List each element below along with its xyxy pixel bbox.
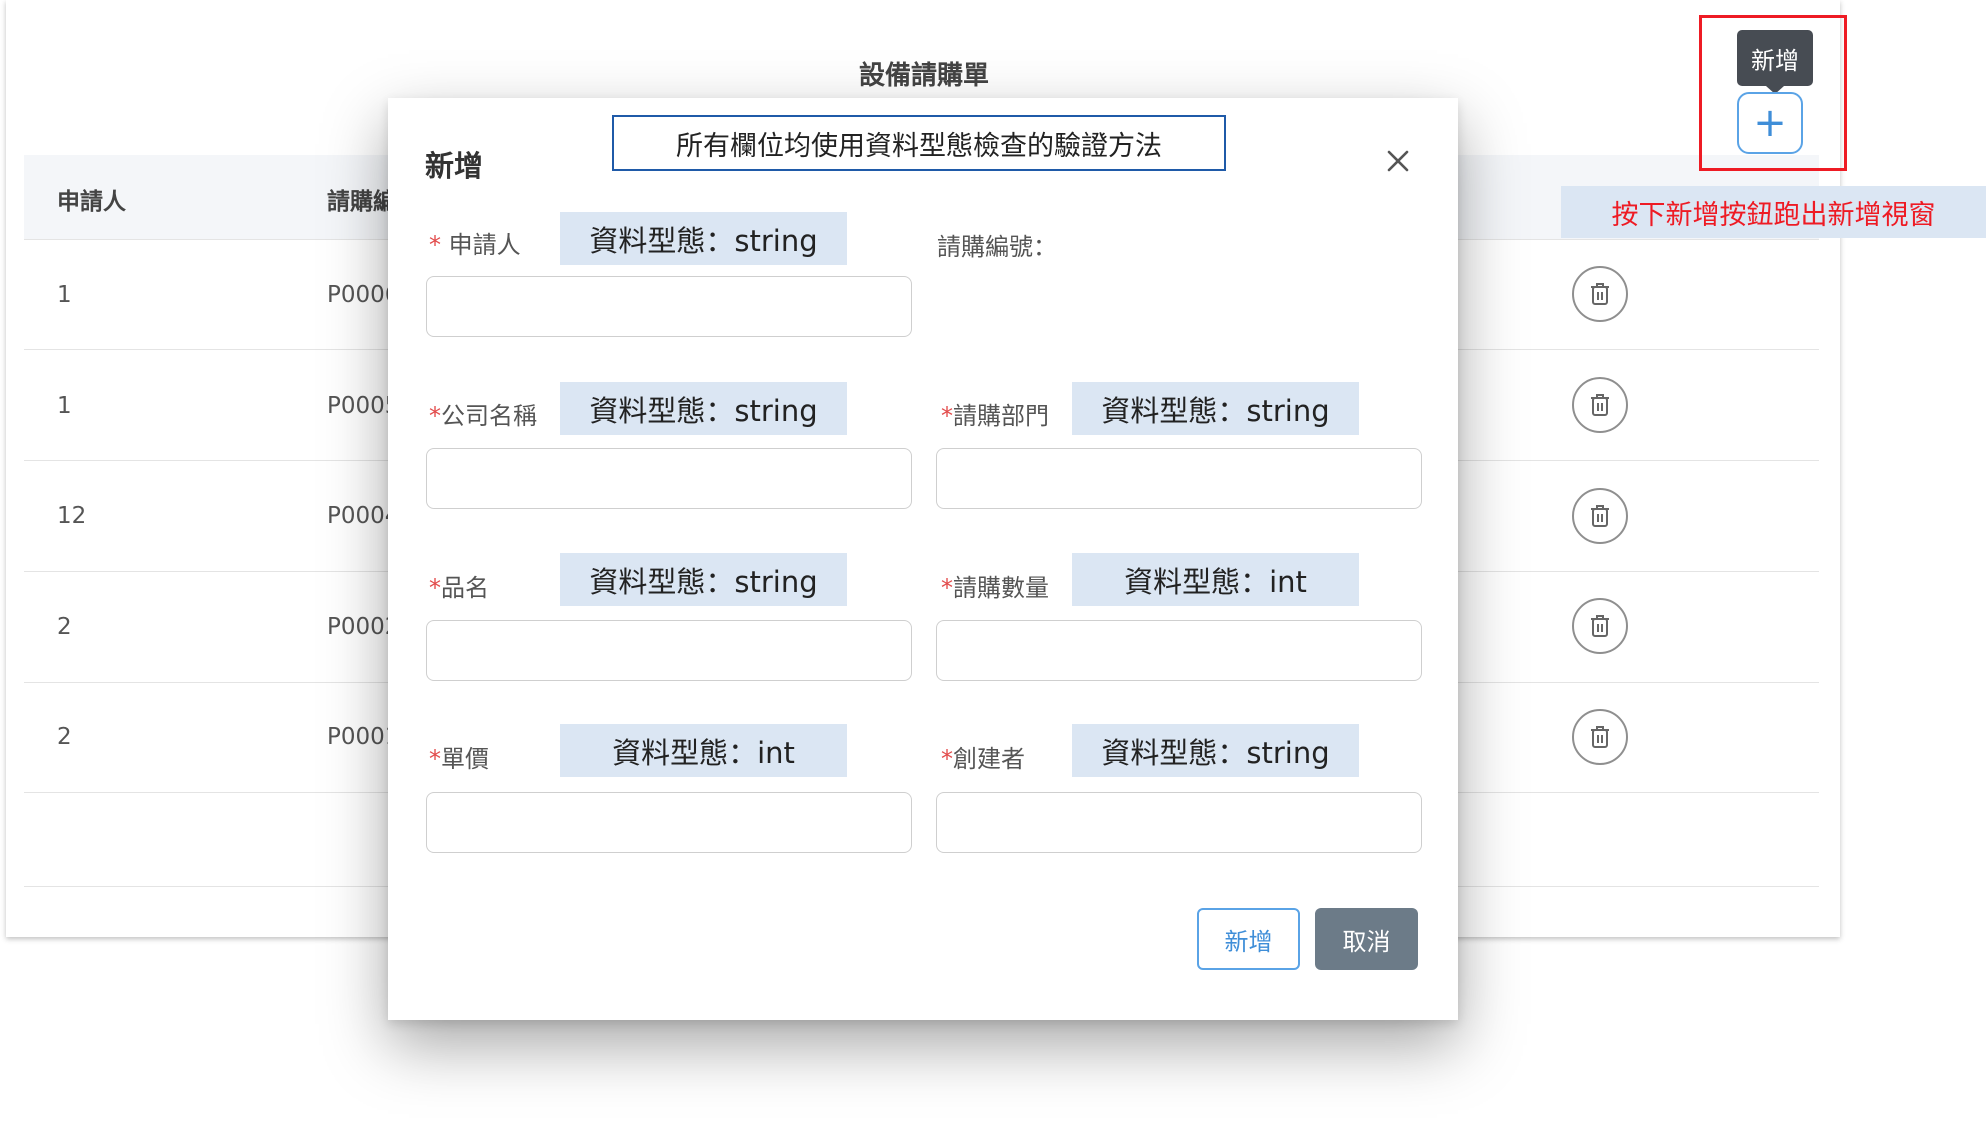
close-button[interactable]: [1380, 143, 1416, 179]
add-button[interactable]: +: [1737, 92, 1803, 154]
trash-icon: [1591, 615, 1609, 637]
trash-icon: [1591, 283, 1609, 305]
quantity-input[interactable]: [936, 620, 1422, 681]
close-icon: [1387, 150, 1409, 172]
applicant-input[interactable]: [426, 276, 912, 337]
creator-input[interactable]: [936, 792, 1422, 853]
unit-price-input[interactable]: [426, 792, 912, 853]
department-dtype-tag: 資料型態：string: [1072, 382, 1359, 435]
applicant-label: * 申請人: [429, 231, 521, 259]
quantity-dtype-tag: 資料型態：int: [1072, 553, 1359, 606]
quantity-label: *請購數量: [941, 574, 1049, 602]
cancel-button[interactable]: 取消: [1315, 908, 1418, 970]
required-mark: *: [429, 574, 441, 602]
applicant-dtype-tag: 資料型態：string: [560, 212, 847, 265]
validation-note: 所有欄位均使用資料型態檢查的驗證方法: [612, 115, 1226, 171]
required-mark: *: [429, 231, 441, 259]
delete-button[interactable]: [1572, 488, 1628, 544]
submit-button[interactable]: 新增: [1197, 908, 1300, 970]
required-mark: *: [941, 402, 953, 430]
cell-applicant: 2: [57, 614, 72, 640]
required-mark: *: [941, 574, 953, 602]
cell-applicant: 2: [57, 724, 72, 750]
product-dtype-tag: 資料型態：string: [560, 553, 847, 606]
column-header-order-no: 請購編: [327, 189, 396, 215]
cell-applicant: 12: [57, 503, 87, 529]
trash-icon: [1591, 505, 1609, 527]
delete-button[interactable]: [1572, 598, 1628, 654]
product-label: *品名: [429, 574, 489, 602]
delete-button[interactable]: [1572, 709, 1628, 765]
delete-button[interactable]: [1572, 377, 1628, 433]
order-no-label: 請購編號：: [937, 233, 1057, 261]
dialog-title: 新增: [425, 149, 484, 183]
creator-dtype-tag: 資料型態：string: [1072, 724, 1359, 777]
add-button-note: 按下新增按鈕跑出新增視窗: [1561, 186, 1986, 238]
column-header-applicant: 申請人: [57, 189, 126, 215]
plus-icon: +: [1753, 100, 1787, 146]
add-tooltip: 新增: [1737, 30, 1813, 86]
required-mark: *: [429, 402, 441, 430]
department-label: *請購部門: [941, 402, 1049, 430]
required-mark: *: [429, 745, 441, 773]
company-label: *公司名稱: [429, 402, 537, 430]
unit-price-label: *單價: [429, 745, 489, 773]
company-dtype-tag: 資料型態：string: [560, 382, 847, 435]
trash-icon: [1591, 394, 1609, 416]
unit-price-dtype-tag: 資料型態：int: [560, 724, 847, 777]
add-dialog: 新增 所有欄位均使用資料型態檢查的驗證方法 * 申請人 資料型態：string …: [388, 98, 1458, 1020]
trash-icon: [1591, 726, 1609, 748]
company-input[interactable]: [426, 448, 912, 509]
product-input[interactable]: [426, 620, 912, 681]
delete-button[interactable]: [1572, 266, 1628, 322]
required-mark: *: [941, 745, 953, 773]
page-title: 設備請購單: [858, 61, 989, 91]
cell-applicant: 1: [57, 282, 72, 308]
cell-applicant: 1: [57, 393, 72, 419]
creator-label: *創建者: [941, 745, 1025, 773]
department-input[interactable]: [936, 448, 1422, 509]
